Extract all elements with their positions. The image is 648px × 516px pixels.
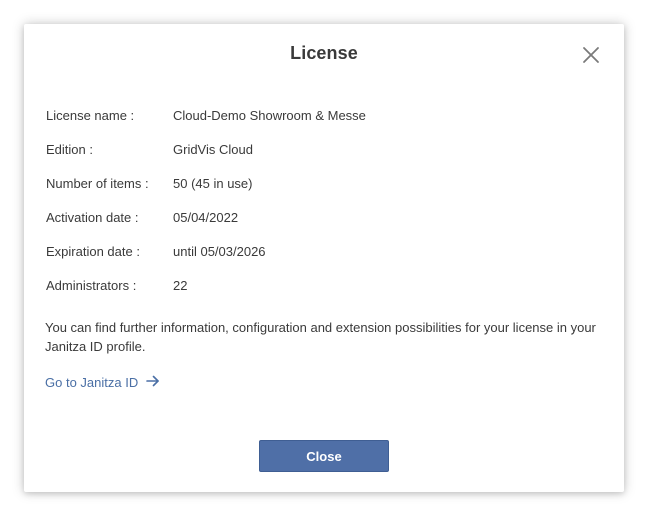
license-dialog: License License name : Cloud-Demo Showro… [24,24,624,492]
go-to-janitza-id-label: Go to Janitza ID [45,375,139,390]
expiration-date-value: until 05/03/2026 [173,244,266,259]
number-of-items-label: Number of items : [46,176,149,191]
edition-label: Edition : [46,142,93,157]
activation-date-value: 05/04/2022 [173,210,239,225]
arrow-right-icon [146,375,160,390]
license-name-value: Cloud-Demo Showroom & Messe [173,108,366,123]
number-of-items-value: 50 (45 in use) [173,176,253,191]
dialog-title: License [290,43,358,63]
close-icon[interactable] [582,46,600,64]
edition-value: GridVis Cloud [173,142,253,157]
activation-date-label: Activation date : [46,210,139,225]
close-button[interactable]: Close [259,440,389,472]
license-info-note: You can find further information, config… [45,320,596,354]
administrators-value: 22 [173,278,188,293]
administrators-label: Administrators : [46,278,137,293]
go-to-janitza-id-link[interactable]: Go to Janitza ID [45,375,160,390]
license-name-label: License name : [46,108,135,123]
expiration-date-label: Expiration date : [46,244,140,259]
